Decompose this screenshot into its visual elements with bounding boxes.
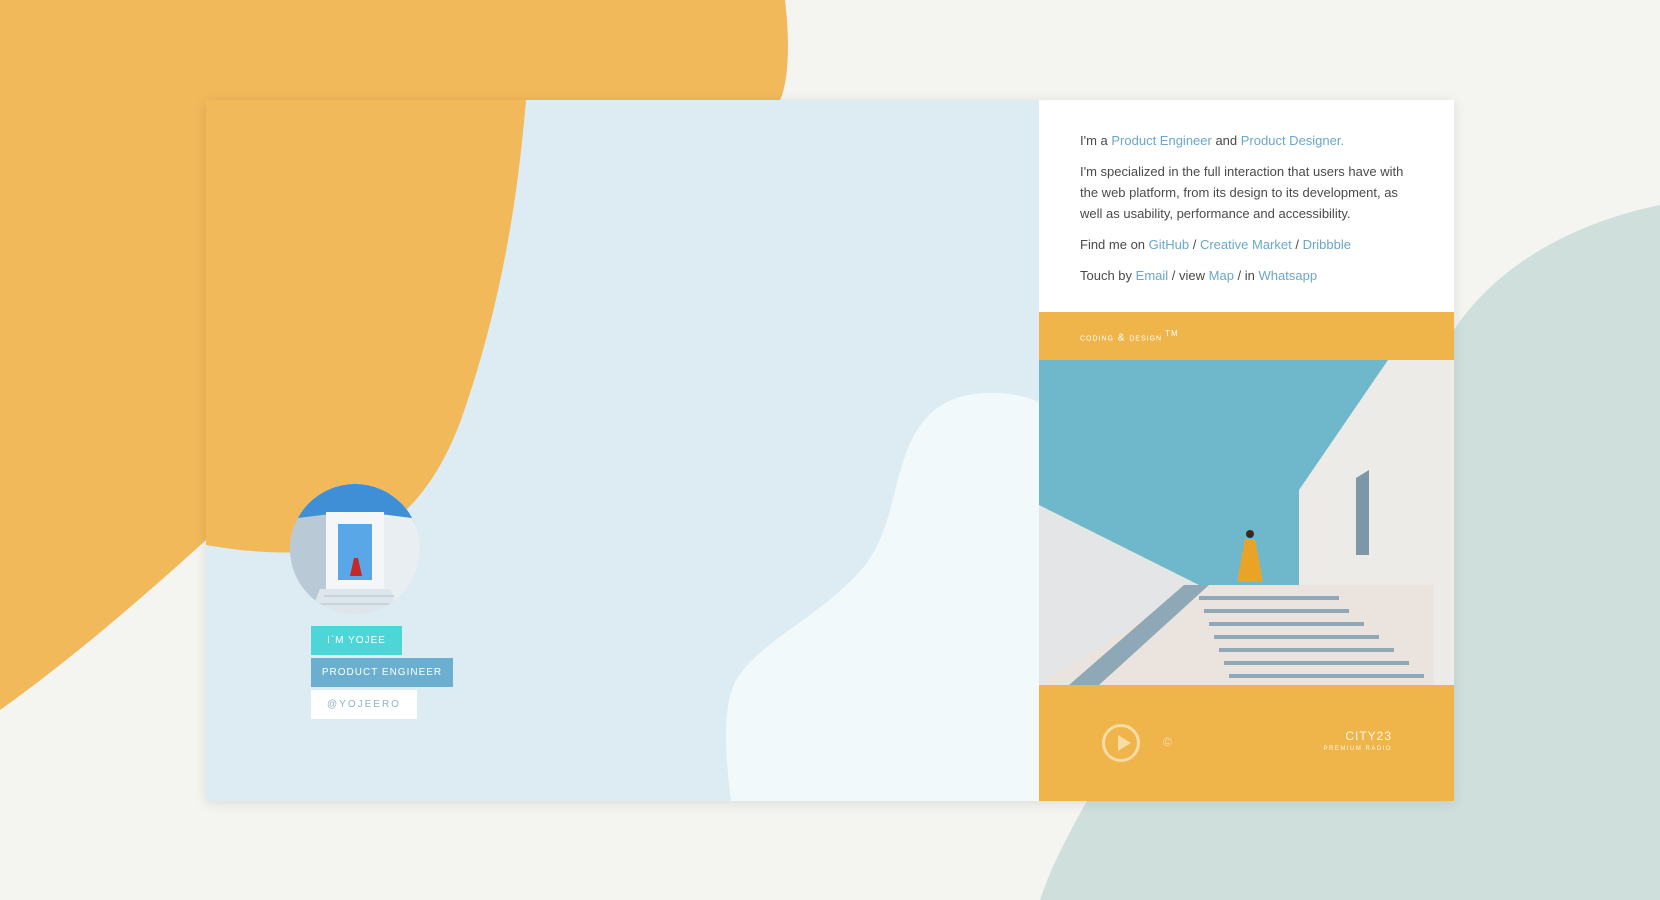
find-sep1: / [1189, 237, 1200, 252]
touch-prefix: Touch by [1080, 268, 1136, 283]
avatar-image [290, 484, 420, 614]
copyright-icon: © [1163, 735, 1172, 749]
hero-panel: I`M YOJEE PRODUCT ENGINEER @YOJEERO [206, 100, 1039, 801]
station-name: CITY23 [1345, 729, 1392, 743]
map-link[interactable]: Map [1209, 268, 1234, 283]
hero-white-wave [726, 392, 1039, 801]
email-link[interactable]: Email [1136, 268, 1169, 283]
trademark-mark: TM [1165, 329, 1179, 338]
touch-mid1: / view [1168, 268, 1209, 283]
role-tag: PRODUCT ENGINEER [311, 658, 453, 687]
creative-market-link[interactable]: Creative Market [1200, 237, 1292, 252]
touch-mid2: / in [1233, 268, 1259, 283]
portfolio-card: I`M YOJEE PRODUCT ENGINEER @YOJEERO I'm … [206, 100, 1454, 801]
whatsapp-link[interactable]: Whatsapp [1259, 268, 1318, 283]
bio-section: I'm a Product Engineer and Product Desig… [1039, 100, 1454, 312]
intro-prefix: I'm a [1080, 133, 1112, 148]
play-icon[interactable] [1102, 724, 1140, 762]
photo-illustration [1039, 360, 1454, 685]
intro-mid: and [1211, 133, 1241, 148]
find-sep2: / [1291, 237, 1303, 252]
dribbble-link[interactable]: Dribbble [1303, 237, 1351, 252]
radio-player: © CITY23 PREMIUM RADIO [1039, 685, 1454, 801]
intro-text: I'm a Product Engineer and Product Desig… [1080, 130, 1414, 151]
find-me-text: Find me on GitHub / Creative Market / Dr… [1080, 234, 1414, 255]
featured-photo [1039, 360, 1454, 685]
station-subtitle: PREMIUM RADIO [1323, 746, 1392, 752]
tagline-text: coding & design [1080, 332, 1163, 344]
find-prefix: Find me on [1080, 237, 1149, 252]
product-engineer-link[interactable]: Product Engineer [1111, 133, 1211, 148]
side-panel: I'm a Product Engineer and Product Desig… [1039, 100, 1454, 801]
touch-text: Touch by Email / view Map / in Whatsapp [1080, 265, 1414, 286]
summary-text: I'm specialized in the full interaction … [1080, 164, 1404, 221]
avatar [290, 484, 420, 614]
tagline-bar: coding & design TM [1039, 312, 1454, 360]
name-tag: I`M YOJEE [311, 626, 402, 655]
product-designer-link[interactable]: Product Designer. [1241, 133, 1344, 148]
handle-tag[interactable]: @YOJEERO [311, 690, 417, 719]
github-link[interactable]: GitHub [1149, 237, 1189, 252]
